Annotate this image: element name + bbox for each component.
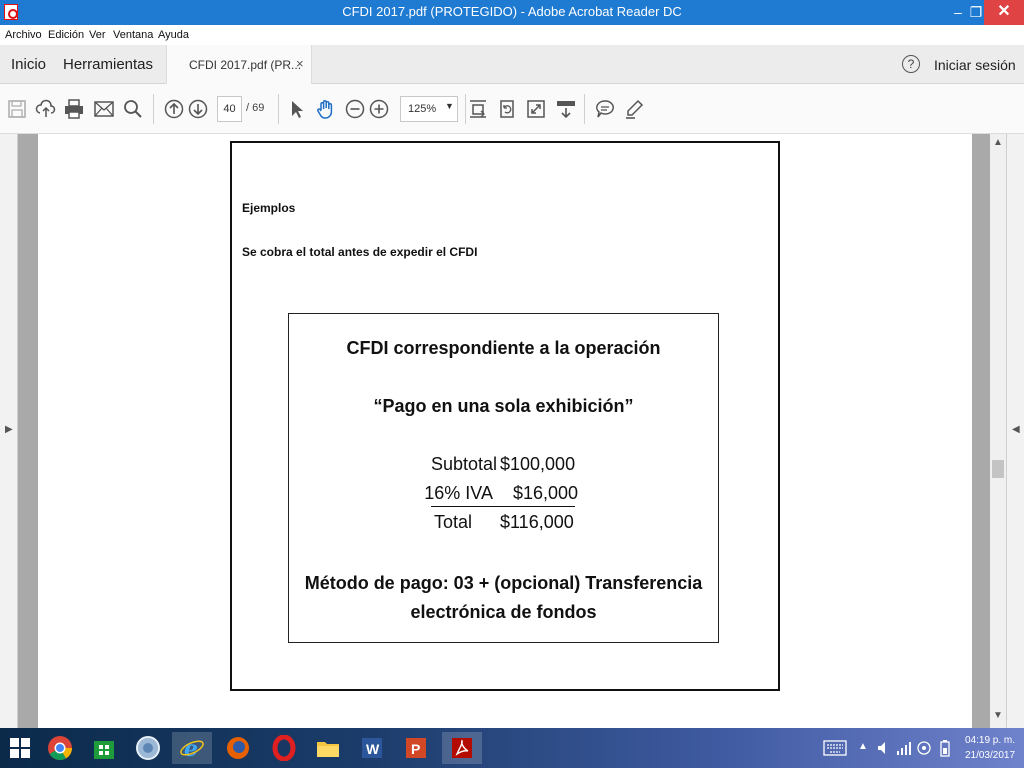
menu-ver[interactable]: Ver <box>89 29 106 41</box>
scroll-down-icon[interactable]: ▼ <box>993 710 1003 721</box>
close-tab-icon[interactable]: × <box>296 56 304 71</box>
next-page-icon[interactable] <box>187 98 209 120</box>
word-icon[interactable]: W <box>352 732 392 764</box>
search-icon[interactable] <box>122 98 144 120</box>
svg-text:P: P <box>411 741 420 757</box>
cfdi-box-title: CFDI correspondiente a la operación <box>346 338 661 358</box>
highlight-pen-icon[interactable] <box>623 98 645 120</box>
expand-left-icon[interactable]: ▶ <box>5 424 13 435</box>
previous-page-icon[interactable] <box>163 98 185 120</box>
cfdi-box: CFDI correspondiente a la operación “Pag… <box>288 313 719 643</box>
menu-edicion[interactable]: Edición <box>48 29 84 41</box>
clock-date: 21/03/2017 <box>964 750 1016 761</box>
toolbar-separator <box>278 94 279 124</box>
subtotal-value: $100,000 <box>500 454 576 474</box>
document-viewer[interactable]: ▶ Ejemplos Se cobra el total antes de ex… <box>0 134 1024 728</box>
taskbar-clock[interactable]: 04:19 p. m. 21/03/2017 <box>960 733 1020 763</box>
toolbar-separator <box>584 94 585 124</box>
scroll-thumb[interactable] <box>992 460 1004 478</box>
zoom-in-icon[interactable] <box>368 98 390 120</box>
action-center-icon[interactable] <box>913 732 935 764</box>
page-total: / 69 <box>246 102 265 114</box>
scroll-mode-icon[interactable] <box>467 98 489 120</box>
tray-chevron-icon[interactable]: ▲ <box>858 741 868 752</box>
payment-method-line1: Método de pago: 03 + (opcional) Transfer… <box>304 573 703 593</box>
battery-icon[interactable] <box>934 732 956 764</box>
scroll-up-icon[interactable]: ▲ <box>993 137 1003 148</box>
iva-value: $16,000 <box>513 483 579 503</box>
toolbar-separator <box>153 94 154 124</box>
firefox-icon[interactable] <box>218 732 258 764</box>
cfdi-box-subtitle: “Pago en una sola exhibición” <box>373 396 634 416</box>
chrome-icon[interactable] <box>40 732 80 764</box>
menu-ventana[interactable]: Ventana <box>113 29 153 41</box>
windows-start-icon[interactable] <box>0 732 40 764</box>
tab-herramientas[interactable]: Herramientas <box>63 56 153 73</box>
page-number-input[interactable]: 40 <box>217 96 242 122</box>
toolbar-separator <box>465 94 466 124</box>
help-icon[interactable]: ? <box>902 55 920 73</box>
select-cursor-icon[interactable] <box>286 98 308 120</box>
signin-link[interactable]: Iniciar sesión <box>934 57 1016 73</box>
menu-ayuda[interactable]: Ayuda <box>158 29 189 41</box>
taskbar: e W P ▲ 04:19 p. m. 21/03/2017 <box>0 728 1024 768</box>
internet-explorer-icon[interactable]: e <box>172 732 212 764</box>
menu-bar: Archivo Edición Ver Ventana Ayuda <box>0 25 1024 45</box>
iva-label: 16% IVA <box>424 483 493 503</box>
iva-row: 16% IVA $16,000 <box>289 483 720 507</box>
tab-bar: Inicio Herramientas CFDI 2017.pdf (PR...… <box>0 45 1024 84</box>
powerpoint-icon[interactable]: P <box>396 732 436 764</box>
vertical-scrollbar[interactable]: ▲ ▼ <box>990 134 1006 728</box>
volume-icon[interactable] <box>872 732 894 764</box>
window-title: CFDI 2017.pdf (PROTEGIDO) - Adobe Acroba… <box>342 4 682 19</box>
left-panel-toggle[interactable]: ▶ <box>0 134 18 728</box>
zoom-select[interactable]: 125% ▼ <box>400 96 458 122</box>
clock-time: 04:19 p. m. <box>964 735 1016 746</box>
acrobat-reader-icon[interactable] <box>442 732 482 764</box>
svg-text:W: W <box>366 741 380 757</box>
tab-inicio[interactable]: Inicio <box>11 56 46 73</box>
save-icon[interactable] <box>6 98 28 120</box>
close-button[interactable]: ✕ <box>984 0 1024 25</box>
toolbar: 40 / 69 125% ▼ <box>0 84 1024 134</box>
menu-archivo[interactable]: Archivo <box>5 29 42 41</box>
sum-underline <box>431 506 575 507</box>
zoom-value: 125% <box>408 103 437 115</box>
opera-icon[interactable] <box>264 732 304 764</box>
fit-page-icon[interactable] <box>525 98 547 120</box>
total-value: $116,000 <box>500 512 574 532</box>
total-label: Total <box>433 512 472 532</box>
zoom-out-icon[interactable] <box>344 98 366 120</box>
email-icon[interactable] <box>93 98 115 120</box>
pdf-page: Ejemplos Se cobra el total antes de expe… <box>38 134 972 728</box>
total-row: Total $116,000 <box>289 512 720 536</box>
rotate-view-icon[interactable] <box>496 98 518 120</box>
slide-subheading: Se cobra el total antes de expedir el CF… <box>242 245 478 259</box>
hand-tool-icon[interactable] <box>315 98 337 120</box>
chevron-down-icon: ▼ <box>445 101 454 111</box>
print-icon[interactable] <box>63 98 85 120</box>
right-panel-toggle[interactable]: ◀ <box>1006 134 1024 728</box>
tab-document[interactable]: CFDI 2017.pdf (PR... × <box>166 45 312 84</box>
comment-icon[interactable] <box>594 98 616 120</box>
payment-method-line2: electrónica de fondos <box>410 602 597 622</box>
browser-globe-icon[interactable] <box>128 732 168 764</box>
expand-right-icon[interactable]: ◀ <box>1012 424 1020 435</box>
payment-method: Método de pago: 03 + (opcional) Transfer… <box>289 569 718 627</box>
slide-heading: Ejemplos <box>242 201 296 215</box>
upload-cloud-icon[interactable] <box>35 98 57 120</box>
store-icon[interactable] <box>84 732 124 764</box>
title-bar: CFDI 2017.pdf (PROTEGIDO) - Adobe Acroba… <box>0 0 1024 25</box>
subtotal-label: Subtotal <box>430 454 497 474</box>
svg-text:e: e <box>184 736 198 761</box>
keyboard-icon[interactable] <box>817 732 853 764</box>
file-explorer-icon[interactable] <box>308 732 348 764</box>
read-mode-icon[interactable] <box>555 98 577 120</box>
network-icon[interactable] <box>893 732 915 764</box>
tab-document-label: CFDI 2017.pdf (PR... <box>189 58 302 72</box>
subtotal-row: Subtotal $100,000 <box>289 454 720 478</box>
slide-frame: Ejemplos Se cobra el total antes de expe… <box>230 141 780 691</box>
